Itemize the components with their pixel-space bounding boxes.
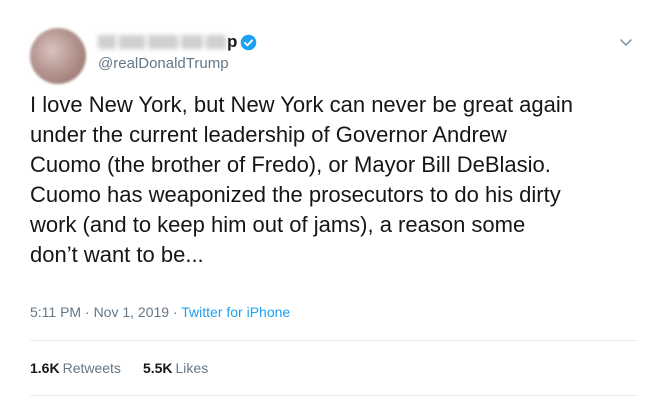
- tweet-card: p @realDonaldTrump I love New York, but …: [0, 0, 658, 409]
- tweet-date[interactable]: Nov 1, 2019: [94, 304, 170, 320]
- retweets-stat[interactable]: 1.6K Retweets: [30, 360, 121, 376]
- tweet-time[interactable]: 5:11 PM: [30, 304, 81, 320]
- chevron-down-icon[interactable]: [618, 34, 634, 50]
- verified-badge-icon: [241, 34, 257, 50]
- divider: [30, 340, 638, 341]
- tweet-source-link[interactable]: Twitter for iPhone: [181, 304, 290, 320]
- avatar[interactable]: [30, 28, 86, 84]
- retweets-count: 1.6K: [30, 360, 60, 376]
- retweets-label: Retweets: [62, 360, 121, 376]
- meta-separator: ·: [81, 304, 94, 320]
- meta-separator: ·: [169, 304, 182, 320]
- likes-count: 5.5K: [142, 360, 173, 376]
- blurred-name: [98, 35, 229, 49]
- display-name[interactable]: p: [98, 30, 257, 54]
- divider: [30, 395, 638, 396]
- author-handle[interactable]: @realDonaldTrump: [98, 55, 257, 72]
- likes-stat[interactable]: 5.5K Likes: [143, 360, 208, 376]
- tweet-meta: 5:11 PM · Nov 1, 2019 · Twitter for iPho…: [30, 304, 290, 320]
- likes-label: Likes: [175, 360, 209, 376]
- tweet-text: I love New York, but New York can never …: [30, 92, 574, 267]
- author-block: p @realDonaldTrump: [98, 30, 257, 72]
- tweet-header: p @realDonaldTrump: [20, 22, 638, 86]
- tweet-stats: 1.6K Retweets 5.5K Likes: [30, 360, 230, 376]
